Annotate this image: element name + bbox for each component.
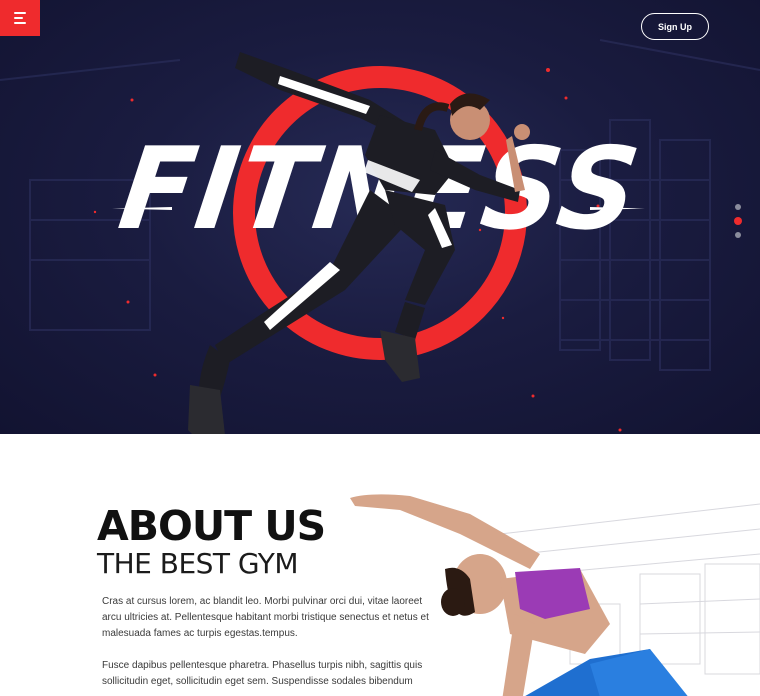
about-heading: ABOUT US — [97, 502, 326, 550]
slider-dot-3[interactable] — [735, 231, 741, 238]
slider-dot-2-active[interactable] — [734, 216, 742, 225]
slider-pagination — [734, 200, 742, 241]
hamburger-menu-icon — [14, 11, 26, 26]
about-paragraph-1: Cras at cursus lorem, ac blandit leo. Mo… — [102, 596, 429, 639]
sign-up-button[interactable]: Sign Up — [641, 13, 709, 40]
slider-dot-1[interactable] — [735, 203, 741, 210]
about-section: ABOUT US THE BEST GYM Cras at cursus lor… — [0, 434, 760, 696]
hero-section: FITNESS Sign Up — [0, 0, 760, 434]
menu-button[interactable] — [0, 0, 40, 36]
about-subheading: THE BEST GYM — [97, 547, 299, 580]
running-athlete-image — [188, 52, 530, 434]
landing-page: FITNESS Sign Up ABOUT US THE BEST GYM Cr… — [0, 0, 760, 696]
about-paragraph-2: Fusce dapibus pellentesque pharetra. Pha… — [102, 660, 423, 687]
